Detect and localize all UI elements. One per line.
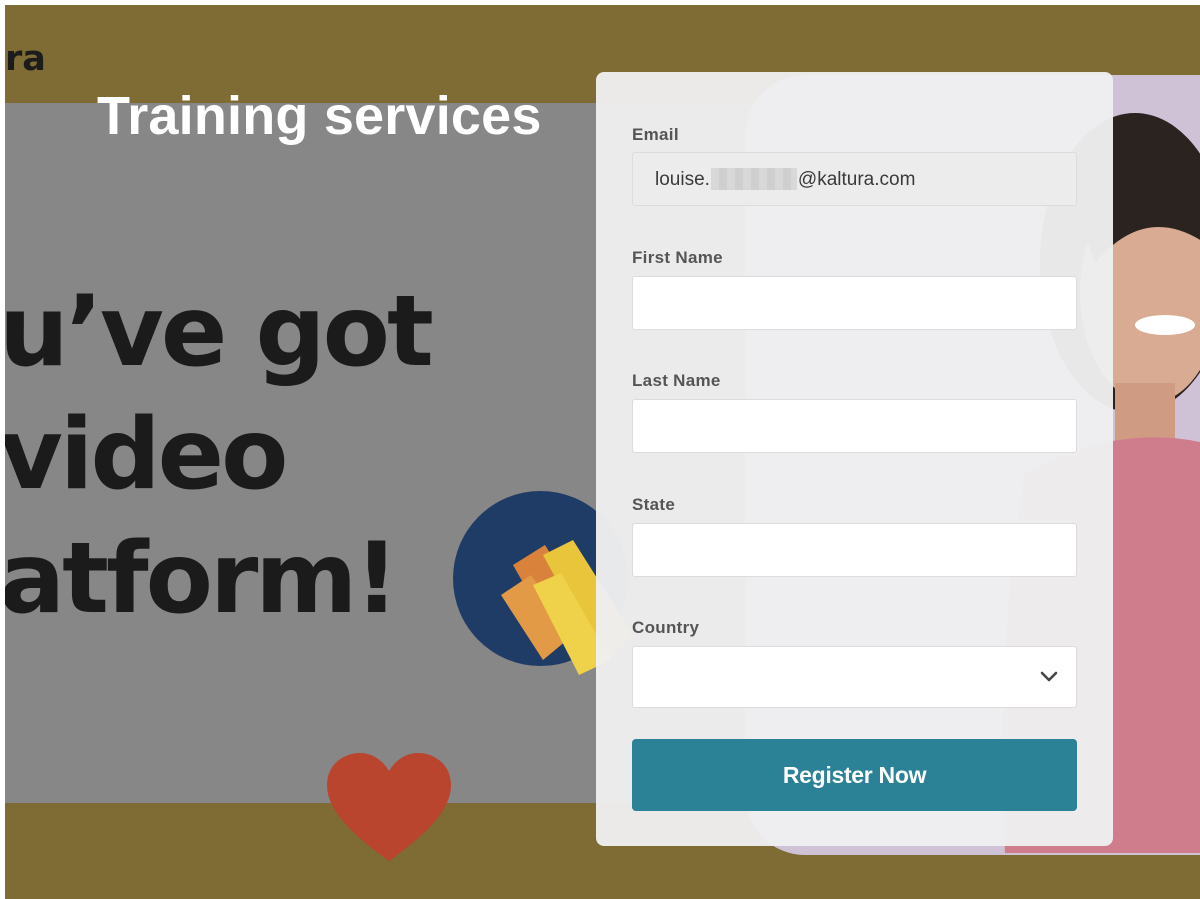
- email-field[interactable]: louise. @kaltura.com: [632, 152, 1077, 206]
- first-name-label: First Name: [632, 248, 723, 267]
- first-name-input[interactable]: [632, 276, 1077, 330]
- chevron-down-icon: [1040, 671, 1058, 682]
- landing-page: u’ve got video atform! ra Training servi…: [5, 5, 1200, 899]
- country-label: Country: [632, 618, 700, 637]
- page-title: Training services: [97, 86, 542, 146]
- register-now-button[interactable]: Register Now: [632, 739, 1077, 811]
- state-label: State: [632, 495, 676, 514]
- email-label: Email: [632, 125, 679, 144]
- last-name-label: Last Name: [632, 371, 721, 390]
- brand-logo: ra: [5, 39, 46, 79]
- registration-form: Email louise. @kaltura.com First Name La…: [596, 72, 1113, 846]
- country-select[interactable]: [632, 646, 1077, 708]
- email-redaction: [710, 168, 797, 190]
- heart-icon: [327, 753, 451, 861]
- last-name-input[interactable]: [632, 399, 1077, 453]
- hero-headline: u’ve got video atform!: [5, 271, 434, 641]
- hero-headline-line-2: video: [5, 398, 288, 513]
- email-value-prefix: louise.: [655, 168, 710, 190]
- hero-headline-line-1: u’ve got: [5, 275, 434, 389]
- email-value-suffix: @kaltura.com: [797, 168, 916, 190]
- hero-headline-line-3: atform!: [5, 521, 399, 636]
- state-input[interactable]: [632, 523, 1077, 577]
